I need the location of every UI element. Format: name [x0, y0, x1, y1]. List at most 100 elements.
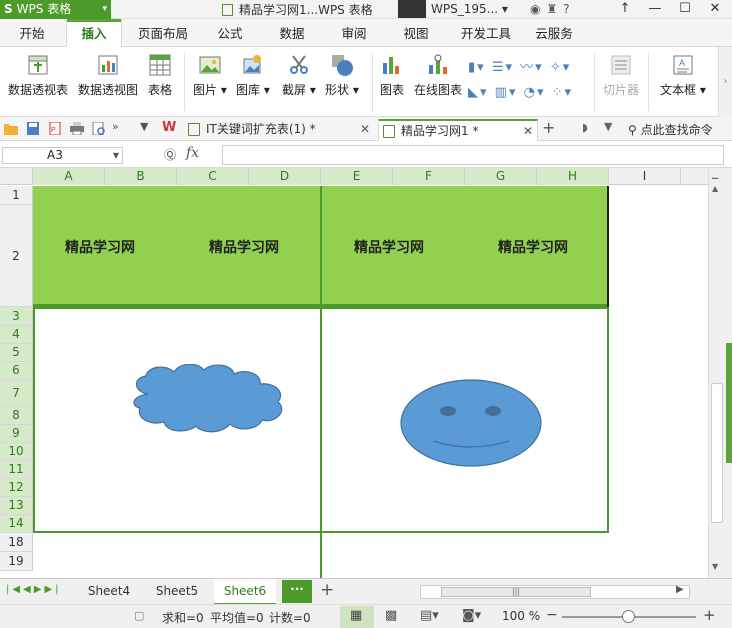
command-search[interactable]: ⚲ 点此查找命令: [628, 121, 713, 138]
select-all-corner[interactable]: [0, 168, 33, 185]
row-header[interactable]: 3: [0, 307, 33, 326]
header-cell[interactable]: 精品学习网: [65, 237, 135, 257]
column-header[interactable]: C: [177, 168, 249, 185]
textbox-button[interactable]: A 文本框 ▾: [660, 53, 706, 98]
tab-cloud-services[interactable]: 云服务: [530, 19, 578, 47]
export-pdf-icon[interactable]: P: [48, 122, 62, 135]
scroll-top-icon[interactable]: ▁: [712, 170, 718, 179]
row-header[interactable]: 10: [0, 443, 33, 461]
user-account[interactable]: WPS_195... ▾: [398, 0, 508, 19]
row-header[interactable]: 11: [0, 461, 33, 479]
row-header[interactable]: 19: [0, 552, 33, 571]
row-header[interactable]: 6: [0, 362, 33, 380]
header-cell[interactable]: 精品学习网: [498, 237, 568, 257]
horizontal-scroll-thumb[interactable]: |||: [441, 587, 591, 597]
sheet-tab[interactable]: Sheet4: [82, 579, 136, 605]
more-tools-icon[interactable]: »: [112, 120, 119, 133]
reading-mode-icon[interactable]: ◙▾: [462, 608, 481, 623]
radar-chart-icon[interactable]: ✧▾: [550, 60, 571, 75]
tab-insert[interactable]: 插入: [66, 19, 122, 47]
row-header[interactable]: 8: [0, 407, 33, 425]
pie-chart-icon[interactable]: ◔▾: [524, 85, 546, 100]
online-chart-button[interactable]: 在线图表: [414, 53, 462, 98]
sheet-tab-active[interactable]: Sheet6: [214, 579, 276, 605]
header-cell[interactable]: 精品学习网: [209, 237, 279, 257]
close-tab-icon[interactable]: ✕: [523, 121, 533, 141]
column-header[interactable]: D: [249, 168, 321, 185]
header-cell[interactable]: 精品学习网: [354, 237, 424, 257]
close-tab-icon[interactable]: ✕: [360, 119, 370, 139]
ribbon-scroll-button[interactable]: ›: [718, 47, 732, 117]
zoom-search-icon[interactable]: Ⓠ: [164, 146, 176, 163]
area-chart-icon[interactable]: ◣▾: [468, 85, 489, 100]
zoom-level[interactable]: 100 %: [502, 609, 540, 623]
print-icon[interactable]: [70, 122, 84, 135]
scatter-chart-icon[interactable]: ⁘▾: [552, 85, 573, 100]
formula-input[interactable]: [222, 145, 724, 165]
gallery-button[interactable]: 图库 ▾: [236, 53, 270, 98]
row-header[interactable]: 5: [0, 344, 33, 362]
column-header[interactable]: A: [33, 168, 105, 185]
pivot-table-button[interactable]: 数据透视表: [8, 53, 68, 98]
maximize-button[interactable]: ☐: [670, 0, 700, 17]
app-menu-button[interactable]: S WPS 表格 ▾: [0, 0, 111, 19]
line-chart-icon[interactable]: 〰▾: [520, 60, 544, 75]
page-break-view-icon[interactable]: ▩: [385, 608, 397, 623]
open-folder-icon[interactable]: [4, 122, 18, 135]
smiley-face-shape[interactable]: [399, 378, 543, 468]
macro-icon[interactable]: ▢: [134, 609, 144, 622]
column-header[interactable]: H: [537, 168, 609, 185]
tab-developer[interactable]: 开发工具: [454, 19, 518, 47]
scroll-up-icon[interactable]: ▲: [712, 184, 718, 193]
print-preview-icon[interactable]: [92, 122, 106, 135]
scroll-down-icon[interactable]: ▼: [712, 562, 718, 571]
zoom-slider-handle[interactable]: [622, 610, 635, 623]
stock-chart-icon[interactable]: ▥▾: [495, 85, 518, 100]
row-header[interactable]: 13: [0, 497, 33, 515]
column-header[interactable]: I: [609, 168, 681, 185]
tab-review[interactable]: 审阅: [330, 19, 378, 47]
zoom-in-button[interactable]: +: [703, 606, 716, 624]
close-window-button[interactable]: ✕: [700, 0, 730, 17]
column-header[interactable]: B: [105, 168, 177, 185]
slicer-button[interactable]: 切片器: [603, 53, 639, 98]
vertical-scroll-thumb[interactable]: [711, 383, 723, 523]
back-icon[interactable]: ◗: [582, 121, 588, 134]
settings-icon[interactable]: ▼: [604, 120, 612, 133]
column-header[interactable]: G: [465, 168, 537, 185]
skin-icon[interactable]: ◉: [530, 2, 546, 16]
table-button[interactable]: 表格: [148, 53, 172, 98]
pivot-chart-button[interactable]: 数据透视图: [78, 53, 138, 98]
row-header[interactable]: 9: [0, 425, 33, 443]
scroll-right-icon[interactable]: ▶: [676, 584, 684, 595]
tab-page-layout[interactable]: 页面布局: [132, 19, 194, 47]
wps-w-logo-icon[interactable]: W: [162, 120, 176, 135]
row-header[interactable]: 1: [0, 186, 33, 205]
column-header[interactable]: E: [321, 168, 393, 185]
minimize-button[interactable]: —: [640, 0, 670, 17]
page-layout-view-icon[interactable]: ▤▾: [420, 608, 439, 623]
tab-formulas[interactable]: 公式: [206, 19, 254, 47]
row-header[interactable]: 18: [0, 533, 33, 552]
bar-chart-icon[interactable]: ☰▾: [492, 60, 514, 75]
row-header[interactable]: 2: [0, 205, 33, 307]
spreadsheet-grid[interactable]: A B C D E F G H I 1 2 3 4 5 6 7 8 9 10 1…: [0, 168, 708, 578]
row-header[interactable]: 12: [0, 479, 33, 497]
doc-tab-jingpin[interactable]: 精品学习网1 * ✕: [378, 119, 538, 141]
sheet-tab[interactable]: Sheet5: [150, 579, 204, 605]
zoom-out-button[interactable]: −: [546, 607, 558, 623]
row-header[interactable]: 4: [0, 326, 33, 344]
sidebar-toggle[interactable]: [726, 343, 732, 463]
tab-view[interactable]: 视图: [392, 19, 440, 47]
doc-tab-it-keywords[interactable]: IT关键词扩充表(1) * ✕: [184, 119, 376, 141]
column-header[interactable]: F: [393, 168, 465, 185]
screenshot-button[interactable]: 截屏 ▾: [282, 53, 316, 98]
more-sheets-button[interactable]: ···: [282, 580, 312, 603]
chart-button[interactable]: 图表: [380, 53, 404, 98]
add-sheet-button[interactable]: +: [320, 580, 334, 600]
column-chart-icon[interactable]: ▮▾: [468, 60, 486, 75]
vertical-scrollbar[interactable]: ▁ ▲ ▼: [708, 168, 732, 578]
save-icon[interactable]: [26, 122, 40, 135]
tab-data[interactable]: 数据: [268, 19, 316, 47]
insert-function-button[interactable]: fx: [186, 145, 199, 161]
